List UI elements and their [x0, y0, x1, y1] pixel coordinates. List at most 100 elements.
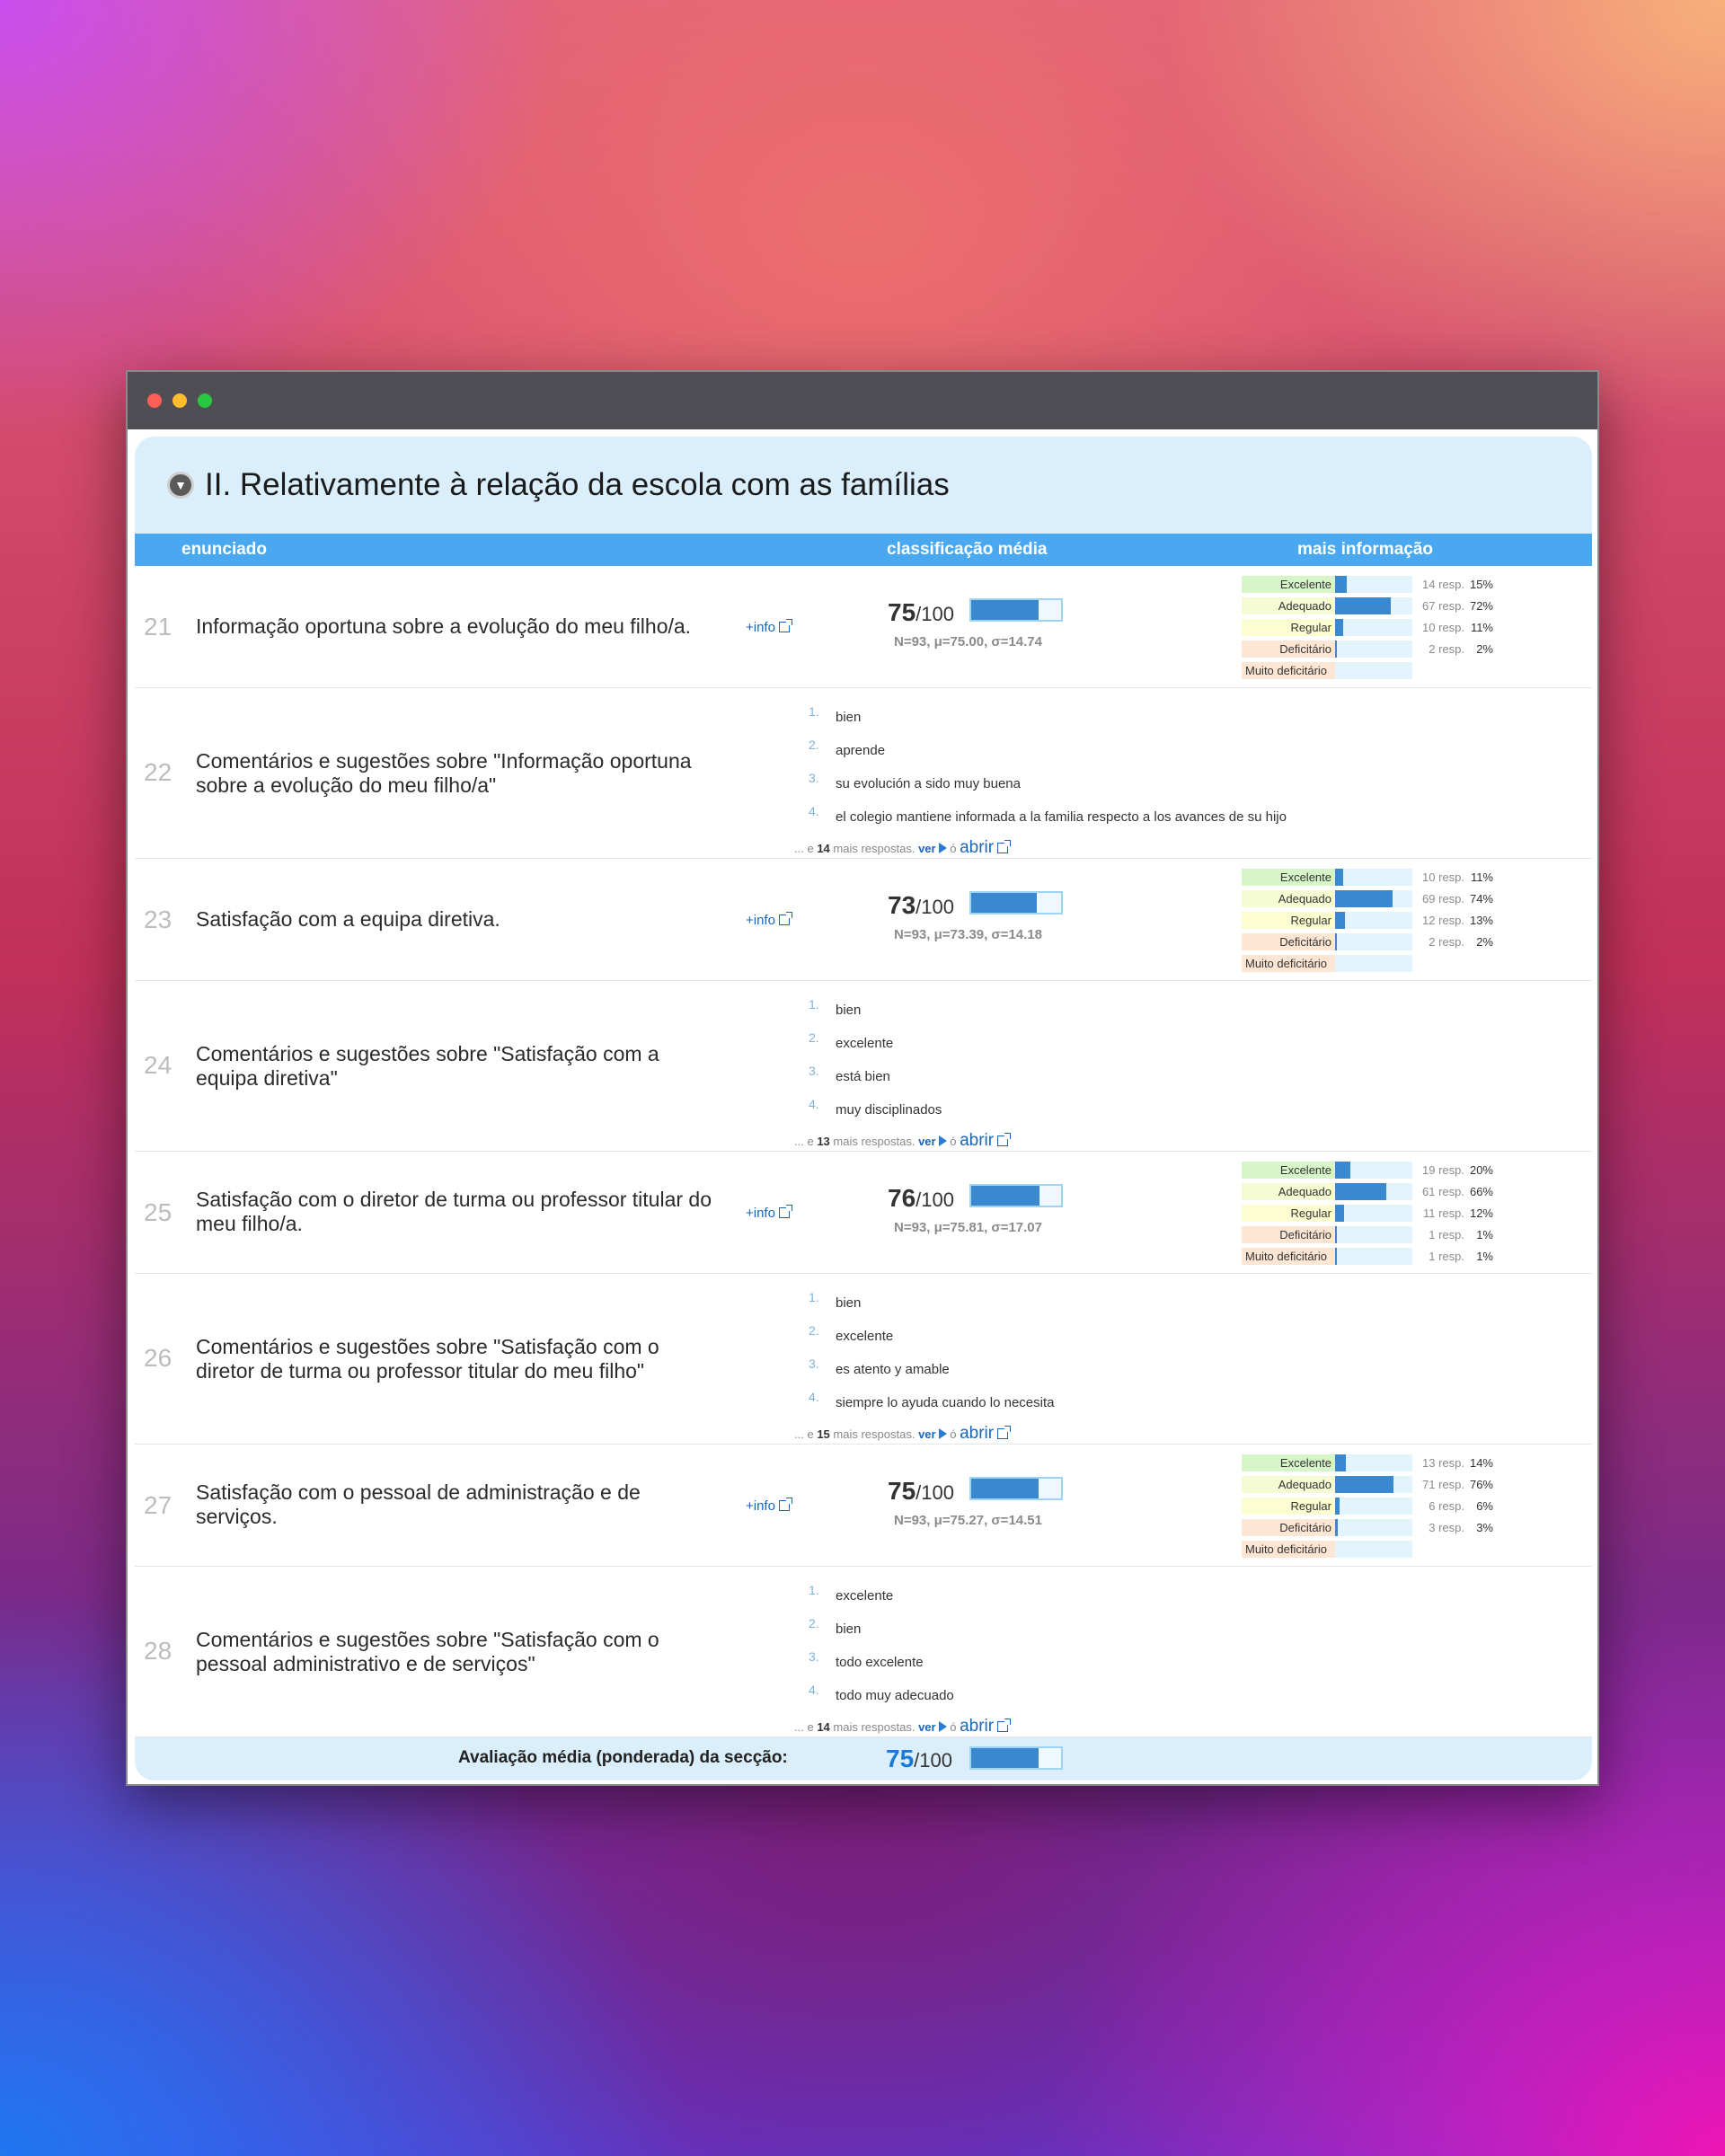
more-prefix: ... e [794, 1427, 814, 1441]
list-item: 3. es atento y amable [809, 1356, 1438, 1390]
comment-text: bien [836, 1621, 862, 1637]
question-row: 21 Informação oportuna sobre a evolução … [135, 566, 1592, 688]
comment-number: 4. [809, 1683, 819, 1697]
average-score: 73/100 [888, 891, 954, 920]
dist-bar [1335, 596, 1412, 614]
ver-link[interactable]: ver [918, 842, 936, 855]
dist-label: Muito deficitário [1242, 954, 1335, 972]
score-bar-fill [971, 600, 1039, 620]
comment-text: muy disciplinados [836, 1102, 942, 1118]
dist-label: Deficitário [1242, 932, 1335, 950]
more-suffix: mais respostas. [833, 842, 916, 855]
comment-number: 4. [809, 1097, 819, 1111]
more-info-link[interactable]: +info [746, 912, 792, 928]
more-info-link[interactable]: +info [746, 1498, 792, 1514]
dist-count: 6 resp. [1429, 1498, 1464, 1513]
play-icon[interactable] [938, 1721, 947, 1732]
dist-label: Excelente [1242, 868, 1335, 886]
dist-label: Excelente [1242, 575, 1335, 593]
dist-label: Regular [1242, 618, 1335, 636]
play-icon[interactable] [938, 1428, 947, 1439]
comment-number: 1. [809, 997, 819, 1012]
dist-bar [1335, 954, 1412, 972]
dist-count: 10 resp. [1422, 620, 1464, 634]
dist-bar [1335, 1454, 1412, 1471]
play-icon[interactable] [938, 843, 947, 853]
dist-count: 71 resp. [1422, 1477, 1464, 1491]
dist-bar [1335, 1225, 1412, 1243]
play-icon[interactable] [938, 1135, 947, 1146]
list-item: 3. todo excelente [809, 1649, 1438, 1683]
more-count: 13 [817, 1135, 830, 1148]
response-distribution: Excelente 10 resp. 11% Adequado 69 resp. 74%… [1242, 866, 1529, 974]
window-titlebar [128, 372, 1597, 429]
external-link-icon [778, 619, 792, 632]
external-link-icon [778, 912, 792, 925]
browser-window: ▼ II. Relativamente à relação da escola … [126, 370, 1599, 1786]
dist-label: Muito deficitário [1242, 1247, 1335, 1265]
abrir-link[interactable]: abrir [960, 1424, 994, 1443]
question-row: 23 Satisfação com a equipa diretiva. +in… [135, 859, 1592, 981]
maximize-window-button[interactable] [198, 393, 212, 408]
more-suffix: mais respostas. [833, 1135, 916, 1148]
dist-bar [1335, 640, 1412, 658]
more-info-label[interactable]: +info [746, 913, 775, 928]
column-enunciado: enunciado [181, 540, 268, 559]
ver-link[interactable]: ver [918, 1135, 936, 1148]
dist-bar-fill [1335, 932, 1337, 950]
dist-percent: 15% [1469, 577, 1493, 591]
dist-row-adequado: Adequado 61 resp. 66% [1242, 1180, 1529, 1202]
question-number: 22 [144, 758, 172, 786]
abrir-link[interactable]: abrir [960, 1717, 994, 1736]
more-info-label[interactable]: +info [746, 620, 775, 635]
question-text: Comentários e sugestões sobre "Satisfaçã… [196, 1042, 659, 1090]
dist-row-adequado: Adequado 67 resp. 72% [1242, 595, 1529, 616]
dist-bar-fill [1335, 911, 1346, 929]
dist-percent: 1% [1476, 1227, 1493, 1241]
dist-bar [1335, 1497, 1412, 1515]
comments-row: 26 Comentários e sugestões sobre "Satisf… [135, 1274, 1592, 1445]
external-link-icon[interactable] [997, 1719, 1012, 1732]
ver-link[interactable]: ver [918, 1720, 936, 1734]
minimize-window-button[interactable] [172, 393, 187, 408]
question-text: Comentários e sugestões sobre "Satisfaçã… [196, 1335, 659, 1383]
comment-number: 3. [809, 1649, 819, 1664]
dist-percent: 2% [1476, 641, 1493, 656]
score-bar-fill [971, 1186, 1039, 1206]
abrir-link[interactable]: abrir [960, 1131, 994, 1150]
comment-number: 2. [809, 1323, 819, 1338]
column-header: enunciado classificação média mais infor… [135, 534, 1592, 566]
dist-label: Adequado [1242, 1475, 1335, 1493]
comment-text: es atento y amable [836, 1362, 950, 1377]
question-number: 21 [144, 613, 172, 641]
list-item: 2. excelente [809, 1030, 1438, 1064]
external-link-icon[interactable] [997, 1133, 1012, 1146]
score-bar [969, 891, 1063, 915]
dist-percent: 6% [1476, 1498, 1493, 1513]
more-prefix: ... e [794, 842, 814, 855]
abrir-link[interactable]: abrir [960, 838, 994, 857]
more-info-label[interactable]: +info [746, 1206, 775, 1221]
more-info-link[interactable]: +info [746, 619, 792, 635]
dist-bar-fill [1335, 596, 1391, 614]
comment-text: todo muy adecuado [836, 1688, 954, 1703]
comments-list: 1. bien 2. excelente 3. es atento y amable … [809, 1290, 1438, 1423]
question-number: 25 [144, 1198, 172, 1226]
comments-row: 22 Comentários e sugestões sobre "Inform… [135, 688, 1592, 859]
question-number: 27 [144, 1491, 172, 1519]
external-link-icon[interactable] [997, 1426, 1012, 1439]
score-scale: /100 [916, 896, 954, 918]
dist-count: 19 resp. [1422, 1162, 1464, 1177]
survey-section: ▼ II. Relativamente à relação da escola … [135, 437, 1592, 1780]
chevron-down-icon[interactable]: ▼ [167, 472, 194, 499]
external-link-icon[interactable] [997, 840, 1012, 853]
column-classificacao: classificação média [887, 540, 1048, 559]
score-value: 75 [888, 598, 916, 626]
score-stats: N=93, μ=75.00, σ=14.74 [894, 634, 1042, 649]
ver-link[interactable]: ver [918, 1427, 936, 1441]
comment-text: bien [836, 710, 862, 725]
more-info-label[interactable]: +info [746, 1498, 775, 1514]
comment-text: bien [836, 1003, 862, 1018]
more-info-link[interactable]: +info [746, 1205, 792, 1221]
close-window-button[interactable] [147, 393, 162, 408]
